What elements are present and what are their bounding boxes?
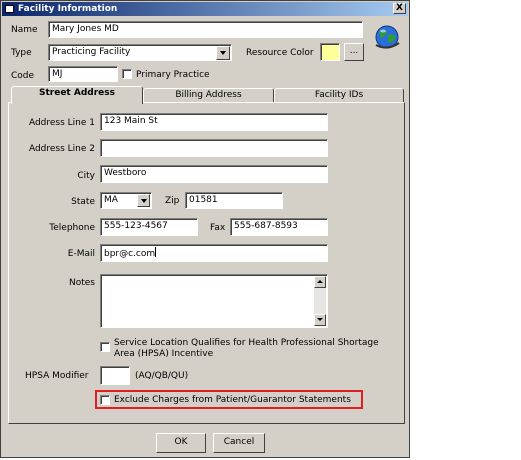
- facility-information-window: Facility Information X Name Mary Jones M…: [0, 0, 410, 458]
- globe-icon: [375, 25, 400, 49]
- telephone-input[interactable]: 555-123-4567: [100, 218, 198, 236]
- hpsa-modifier-hint: (AQ/QB/QU): [135, 371, 189, 381]
- address-line1-label: Address Line 1: [28, 118, 95, 128]
- ok-button-label: OK: [174, 437, 188, 447]
- window-icon: [5, 5, 14, 13]
- hpsa-qualifies-label-line2: Area (HPSA) Incentive: [114, 349, 214, 359]
- hpsa-qualifies-checkbox[interactable]: [100, 342, 110, 352]
- type-selected-value: Practicing Facility: [52, 47, 131, 57]
- name-label: Name: [11, 25, 38, 35]
- hpsa-qualifies-label-line1: Service Location Qualifies for Health Pr…: [114, 338, 379, 348]
- cancel-button[interactable]: Cancel: [213, 433, 265, 453]
- scroll-up-icon[interactable]: [314, 276, 326, 288]
- code-input[interactable]: MJ: [48, 66, 118, 82]
- hpsa-modifier-input[interactable]: [100, 366, 130, 385]
- type-label: Type: [11, 48, 32, 58]
- primary-practice-checkbox[interactable]: [122, 69, 132, 79]
- notes-scrollbar[interactable]: [314, 276, 326, 326]
- state-selected-value: MA: [104, 195, 118, 205]
- name-input[interactable]: Mary Jones MD: [48, 21, 363, 38]
- email-label: E-Mail: [67, 249, 95, 259]
- city-label: City: [77, 171, 95, 181]
- address-line2-label: Address Line 2: [28, 144, 95, 154]
- tab-street-address-label: Street Address: [39, 88, 115, 98]
- close-button[interactable]: X: [393, 3, 406, 14]
- fax-label: Fax: [210, 223, 226, 233]
- text-cursor: [155, 247, 157, 257]
- type-dropdown[interactable]: Practicing Facility: [48, 44, 232, 61]
- address-line1-input[interactable]: 123 Main St: [100, 113, 328, 131]
- tab-street-address[interactable]: Street Address: [11, 86, 143, 104]
- tab-facility-ids[interactable]: Facility IDs: [274, 88, 404, 103]
- notes-label: Notes: [69, 278, 95, 288]
- primary-practice-label: Primary Practice: [136, 70, 210, 80]
- zip-input[interactable]: 01581: [185, 192, 283, 209]
- email-value: bpr@c.com: [104, 249, 156, 259]
- code-label: Code: [11, 71, 35, 81]
- ok-button[interactable]: OK: [156, 433, 206, 453]
- exclude-charges-label: Exclude Charges from Patient/Guarantor S…: [114, 395, 351, 405]
- scroll-down-icon[interactable]: [314, 314, 326, 326]
- tab-facility-ids-label: Facility IDs: [314, 90, 364, 100]
- chevron-down-icon[interactable]: [216, 46, 230, 60]
- telephone-label: Telephone: [49, 223, 95, 233]
- fax-input[interactable]: 555-687-8593: [230, 218, 328, 236]
- resource-color-picker-button[interactable]: ...: [344, 43, 364, 61]
- window-title: Facility Information: [18, 4, 118, 14]
- resource-color-label: Resource Color: [246, 48, 314, 58]
- state-label: State: [71, 197, 95, 207]
- exclude-charges-checkbox[interactable]: [100, 395, 110, 405]
- notes-textarea[interactable]: [100, 274, 328, 328]
- cancel-button-label: Cancel: [223, 437, 255, 447]
- state-dropdown[interactable]: MA: [100, 192, 152, 209]
- tab-billing-address[interactable]: Billing Address: [143, 88, 274, 103]
- address-line2-input[interactable]: [100, 139, 328, 157]
- zip-label: Zip: [165, 196, 180, 206]
- tab-billing-address-label: Billing Address: [175, 90, 242, 100]
- title-bar[interactable]: Facility Information X: [2, 2, 408, 16]
- city-input[interactable]: Westboro: [100, 165, 328, 183]
- hpsa-modifier-label: HPSA Modifier: [25, 371, 89, 381]
- email-input[interactable]: bpr@c.com: [100, 244, 328, 262]
- chevron-down-icon[interactable]: [137, 194, 150, 207]
- resource-color-swatch[interactable]: [320, 43, 340, 61]
